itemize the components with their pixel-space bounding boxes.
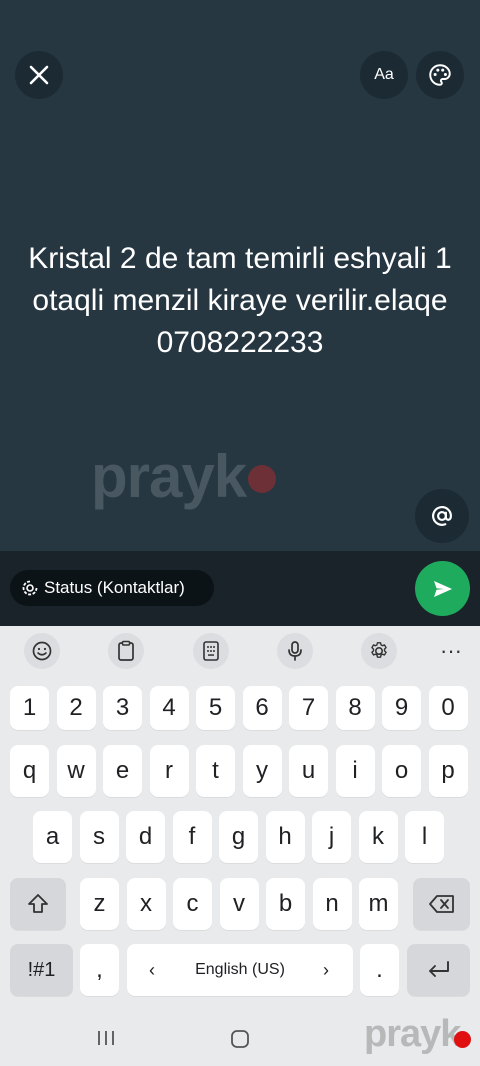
- key-3[interactable]: 3: [103, 686, 142, 730]
- comma-key[interactable]: ,: [80, 944, 119, 996]
- status-icon: [22, 580, 38, 596]
- left-arrow-icon: ‹: [149, 959, 155, 980]
- key-m[interactable]: m: [359, 878, 398, 930]
- smiley-icon: [32, 641, 52, 661]
- watermark-logo-small: prayk: [364, 1013, 472, 1056]
- key-4[interactable]: 4: [149, 686, 189, 730]
- key-f[interactable]: f: [172, 811, 212, 863]
- key-o[interactable]: o: [382, 745, 421, 797]
- key-v[interactable]: v: [219, 878, 259, 930]
- font-style-label: Aa: [374, 66, 394, 83]
- palette-icon: [429, 64, 451, 86]
- watermark-logo: prayk: [91, 442, 277, 511]
- key-y[interactable]: y: [242, 745, 282, 797]
- keyboard-settings-button[interactable]: [361, 633, 397, 669]
- symbols-key[interactable]: !#1: [10, 944, 73, 996]
- key-9[interactable]: 9: [382, 686, 421, 730]
- status-text[interactable]: Kristal 2 de tam temirli eshyali 1 otaql…: [20, 238, 460, 364]
- backspace-icon: [428, 895, 454, 913]
- key-k[interactable]: k: [358, 811, 398, 863]
- key-1[interactable]: 1: [10, 686, 49, 730]
- status-audience-label: Status (Kontaktlar): [44, 578, 185, 597]
- microphone-icon: [288, 641, 302, 661]
- key-t[interactable]: t: [196, 745, 235, 797]
- recent-apps-icon: [98, 1031, 114, 1045]
- enter-icon: [428, 961, 449, 977]
- key-q[interactable]: q: [10, 745, 49, 797]
- key-r[interactable]: r: [149, 745, 189, 797]
- watermark-dot: [248, 465, 277, 493]
- more-options-button[interactable]: ···: [433, 633, 469, 669]
- key-b[interactable]: b: [266, 878, 305, 930]
- backspace-key[interactable]: [413, 878, 470, 930]
- key-c[interactable]: c: [173, 878, 212, 930]
- key-u[interactable]: u: [289, 745, 328, 797]
- clipboard-button[interactable]: [108, 633, 144, 669]
- color-palette-button[interactable]: [416, 51, 464, 99]
- key-p[interactable]: p: [428, 745, 468, 797]
- period-key[interactable]: .: [360, 944, 399, 996]
- key-w[interactable]: w: [56, 745, 96, 797]
- key-e[interactable]: e: [103, 745, 142, 797]
- key-0[interactable]: 0: [428, 686, 468, 730]
- space-key[interactable]: ‹ English (US) ›: [127, 944, 353, 996]
- home-button[interactable]: [226, 1025, 254, 1053]
- status-audience-button[interactable]: Status (Kontaktlar): [10, 570, 214, 606]
- emoji-button[interactable]: [24, 633, 60, 669]
- clipboard-icon: [118, 640, 134, 661]
- shift-icon: [28, 894, 48, 913]
- send-button[interactable]: [415, 561, 470, 616]
- voice-input-button[interactable]: [277, 633, 313, 669]
- enter-key[interactable]: [407, 944, 470, 996]
- close-icon: [29, 65, 49, 85]
- key-x[interactable]: x: [126, 878, 166, 930]
- space-key-label: English (US): [195, 961, 285, 978]
- mention-button[interactable]: [415, 489, 469, 543]
- recent-apps-button[interactable]: [90, 1026, 122, 1050]
- key-l[interactable]: l: [405, 811, 444, 863]
- keypad-mode-button[interactable]: [193, 633, 229, 669]
- home-icon: [231, 1030, 249, 1048]
- key-6[interactable]: 6: [242, 686, 282, 730]
- key-g[interactable]: g: [219, 811, 258, 863]
- key-5[interactable]: 5: [196, 686, 235, 730]
- key-s[interactable]: s: [79, 811, 119, 863]
- font-style-button[interactable]: Aa: [360, 51, 408, 99]
- close-button[interactable]: [15, 51, 63, 99]
- shift-key[interactable]: [10, 878, 66, 930]
- key-i[interactable]: i: [335, 745, 375, 797]
- key-j[interactable]: j: [312, 811, 351, 863]
- key-d[interactable]: d: [126, 811, 165, 863]
- key-n[interactable]: n: [312, 878, 352, 930]
- at-sign-icon: [432, 506, 452, 526]
- key-z[interactable]: z: [80, 878, 119, 930]
- key-2[interactable]: 2: [56, 686, 96, 730]
- key-h[interactable]: h: [265, 811, 305, 863]
- watermark-dot-small: [454, 1031, 472, 1048]
- send-icon: [433, 580, 452, 597]
- right-arrow-icon: ›: [323, 959, 329, 980]
- key-7[interactable]: 7: [289, 686, 328, 730]
- keypad-icon: [203, 641, 219, 661]
- key-8[interactable]: 8: [335, 686, 375, 730]
- key-a[interactable]: a: [33, 811, 72, 863]
- gear-icon: [371, 642, 387, 658]
